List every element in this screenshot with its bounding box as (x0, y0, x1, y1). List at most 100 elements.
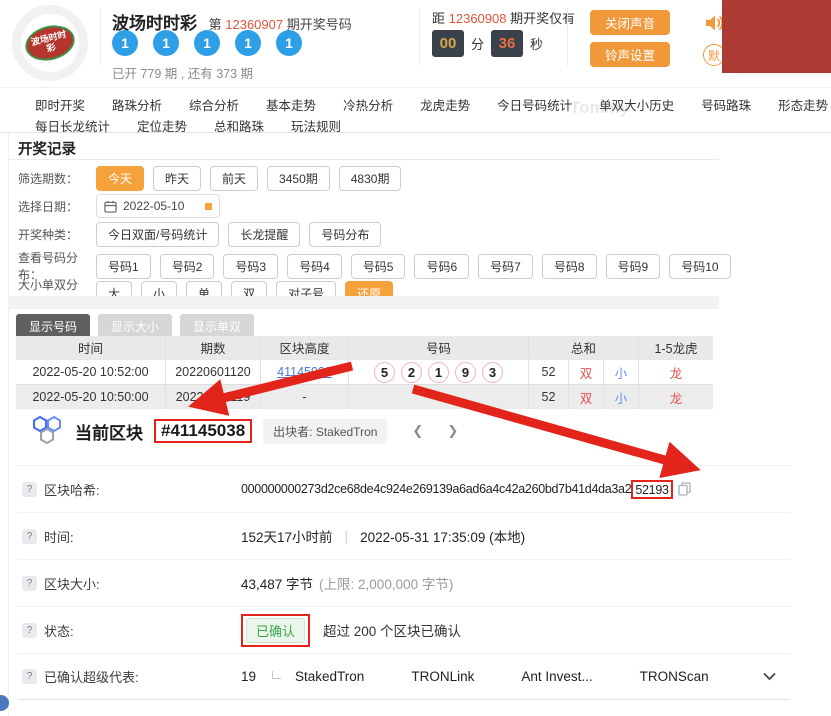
rep-link[interactable]: Ant Invest... (521, 669, 592, 684)
date-picker-marker (205, 202, 212, 210)
col-header-sum: 总和 (529, 336, 639, 359)
detail-row-time: ? 时间: 152天17小时前 | 2022-05-31 17:35:09 (本… (18, 512, 790, 559)
time-label: 时间: (44, 529, 74, 545)
detail-row-status: ? 状态: 已确认 超过 200 个区块已确认 (18, 606, 790, 653)
status-extra-text: 超过 200 个区块已确认 (323, 624, 462, 639)
nav-item[interactable]: 冷热分析 (343, 95, 393, 114)
drawn-numbers: 5 2 1 9 3 (374, 361, 503, 383)
block-icon (30, 415, 64, 447)
number-ball: 1 (428, 361, 449, 383)
nav-item[interactable]: 今日号码统计 (497, 95, 572, 114)
nav-item[interactable]: 玩法规则 (291, 116, 341, 135)
result-ball: 1 (112, 30, 138, 56)
time-absolute: 2022-05-31 17:35:09 (本地) (360, 530, 526, 545)
nav-item[interactable]: 路珠分析 (112, 95, 162, 114)
nav-item[interactable]: 形态走势 (778, 95, 828, 114)
filter-chip-num5[interactable]: 号码5 (350, 253, 406, 279)
time-relative: 152天17小时前 (241, 530, 333, 545)
cell-dragon: 龙 (669, 366, 683, 381)
site-logo-badge: 波场时时彩 (21, 20, 79, 66)
nav-item[interactable]: 每日长龙统计 (35, 116, 110, 135)
help-icon[interactable]: ? (22, 575, 37, 591)
section-separator (8, 296, 719, 309)
copy-icon[interactable] (677, 482, 691, 496)
nav-item[interactable]: 定位走势 (137, 116, 187, 135)
filter-chip-3450[interactable]: 3450期 (267, 166, 330, 191)
filter-chip-4830[interactable]: 4830期 (338, 166, 402, 191)
filter-chip-streak-alert[interactable]: 长龙提醒 (228, 222, 301, 247)
nav-item[interactable]: 号码路珠 (701, 95, 751, 114)
filter-row-periods: 筛选期数： 今天 昨天 前天 3450期 4830期 (18, 166, 402, 191)
next-issue-number: 12360908 (448, 11, 507, 26)
cell-issue: 20220601120 (166, 360, 261, 384)
filter-chip-num3[interactable]: 号码3 (223, 253, 279, 279)
help-icon[interactable]: ? (22, 528, 37, 544)
block-pager: ❮ ❯ (412, 423, 458, 439)
filter-chip-twoface-stats[interactable]: 今日双面/号码统计 (96, 222, 220, 247)
filter-chip-num4[interactable]: 号码4 (287, 253, 342, 279)
nav-item[interactable]: 综合分析 (189, 95, 239, 114)
col-header-numbers: 号码 (349, 336, 529, 359)
nav-item[interactable]: 即时开奖 (35, 95, 85, 114)
cell-sum: 52 (529, 360, 569, 384)
reps-label: 已确认超级代表: (44, 670, 139, 685)
cell-sum: 52 (529, 385, 569, 409)
nav-item[interactable]: 龙虎走势 (420, 95, 470, 114)
nav-row-2: 每日长龙统计 定位走势 总和路珠 玩法规则 (35, 116, 341, 135)
current-block-number: #41145038 (161, 421, 246, 440)
number-ball: 3 (482, 361, 503, 383)
number-ball: 9 (455, 361, 476, 383)
filter-chip-num10[interactable]: 号码10 (669, 253, 731, 279)
mute-sound-button[interactable]: 关闭声音 (590, 10, 670, 35)
block-producer-tag[interactable]: 出块者: StakedTron (263, 418, 388, 444)
rep-link[interactable]: StakedTron (295, 669, 364, 684)
number-ball: 2 (401, 361, 422, 383)
filter-label: 筛选期数： (18, 172, 79, 186)
speaker-icon[interactable] (704, 13, 724, 38)
filter-chip-num8[interactable]: 号码8 (541, 253, 597, 279)
result-balls: 1 1 1 1 1 (112, 30, 302, 56)
filter-chip-num9[interactable]: 号码9 (605, 253, 661, 279)
filter-chip-today[interactable]: 今天 (96, 166, 145, 191)
filter-row-types: 开奖种类： 今日双面/号码统计 长龙提醒 号码分布 (18, 222, 382, 247)
site-logo: 波场时时彩 (12, 5, 88, 81)
rep-link[interactable]: TRONScan (640, 669, 709, 684)
countdown-minutes: 00 (432, 30, 464, 57)
help-icon[interactable]: ? (22, 622, 37, 638)
cell-time: 2022-05-20 10:52:00 (16, 360, 166, 384)
filter-chip-yesterday[interactable]: 昨天 (153, 166, 202, 191)
seconds-label: 秒 (530, 37, 544, 52)
cell-dragon: 龙 (669, 391, 683, 406)
col-header-dragon: 1-5龙虎 (654, 342, 698, 356)
filter-chip-number-dist[interactable]: 号码分布 (309, 222, 382, 247)
nav-item[interactable]: 总和路珠 (214, 116, 264, 135)
chevron-down-icon[interactable] (763, 672, 776, 681)
filter-chip-num6[interactable]: 号码6 (414, 253, 470, 279)
nav-item[interactable]: 基本走势 (266, 95, 316, 114)
current-block-header: 当前区块 #41145038 出块者: StakedTron ❮ ❯ (30, 415, 458, 447)
filter-chip-daybefore[interactable]: 前天 (210, 166, 259, 191)
next-block-button[interactable]: ❯ (447, 423, 458, 439)
date-picker[interactable]: 2022-05-10 (96, 194, 220, 218)
results-table: 时间 期数 区块高度 号码 总和 1-5龙虎 2022-05-20 10:52:… (16, 336, 713, 409)
cell-time: 2022-05-20 10:50:00 (16, 385, 166, 409)
filter-chip-num1[interactable]: 号码1 (96, 253, 151, 279)
filter-chip-num2[interactable]: 号码2 (159, 253, 215, 279)
cell-parity: 双 (569, 360, 604, 384)
help-icon[interactable]: ? (22, 669, 37, 684)
banner-red-block (722, 0, 831, 73)
filter-chip-num7[interactable]: 号码7 (478, 253, 533, 279)
number-ball: 5 (374, 361, 395, 383)
help-icon[interactable]: ? (22, 481, 37, 497)
filter-row-date: 选择日期： 2022-05-10 (18, 194, 220, 218)
reps-count: 19 (241, 669, 257, 684)
block-details: ? 区块哈希: 000000000273d2ce68de4c924e269139… (18, 465, 790, 700)
result-ball: 1 (153, 30, 179, 56)
rep-link[interactable]: TRONLink (411, 669, 474, 684)
prev-block-button[interactable]: ❮ (412, 423, 423, 439)
block-height-link[interactable]: 41145038 (277, 365, 332, 379)
filter-label: 开奖种类： (18, 228, 79, 242)
ringtone-settings-button[interactable]: 铃声设置 (590, 42, 670, 67)
records-title: 开奖记录 (18, 142, 76, 158)
result-ball: 1 (235, 30, 261, 56)
